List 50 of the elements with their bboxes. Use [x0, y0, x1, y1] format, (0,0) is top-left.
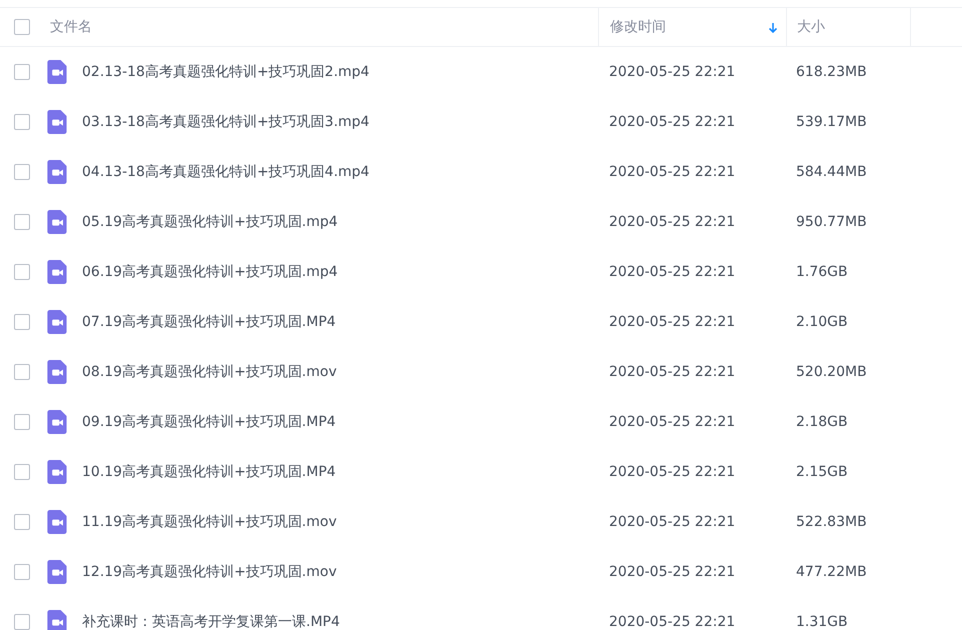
modified-time: 2020-05-25 22:21 — [609, 364, 736, 380]
file-size: 584.44MB — [796, 164, 867, 180]
checkbox[interactable] — [14, 214, 30, 230]
sort-arrow-icon[interactable] — [768, 22, 778, 32]
file-name[interactable]: 08.19高考真题强化特训+技巧巩固.mov — [82, 363, 337, 381]
checkbox[interactable] — [14, 114, 30, 130]
file-name[interactable]: 09.19高考真题强化特训+技巧巩固.MP4 — [82, 413, 336, 431]
checkbox[interactable] — [14, 264, 30, 280]
file-size: 520.20MB — [796, 364, 867, 380]
file-name[interactable]: 02.13-18高考真题强化特训+技巧巩固2.mp4 — [82, 63, 370, 81]
file-name[interactable]: 10.19高考真题强化特训+技巧巩固.MP4 — [82, 463, 336, 481]
checkbox[interactable] — [14, 414, 30, 430]
checkbox[interactable] — [14, 564, 30, 580]
file-size: 2.18GB — [796, 414, 848, 430]
file-size: 477.22MB — [796, 564, 867, 580]
modified-time: 2020-05-25 22:21 — [609, 614, 736, 630]
file-size: 522.83MB — [796, 514, 867, 530]
file-name[interactable]: 07.19高考真题强化特训+技巧巩固.MP4 — [82, 313, 336, 331]
modified-time: 2020-05-25 22:21 — [609, 414, 736, 430]
checkbox[interactable] — [14, 19, 30, 35]
file-name[interactable]: 03.13-18高考真题强化特训+技巧巩固3.mp4 — [82, 113, 370, 131]
file-size: 618.23MB — [796, 64, 867, 80]
modified-time: 2020-05-25 22:21 — [609, 214, 736, 230]
checkbox[interactable] — [14, 164, 30, 180]
file-size: 2.10GB — [796, 314, 848, 330]
modified-time: 2020-05-25 22:21 — [609, 164, 736, 180]
file-size: 539.17MB — [796, 114, 867, 130]
file-name[interactable]: 11.19高考真题强化特训+技巧巩固.mov — [82, 513, 337, 531]
modified-time: 2020-05-25 22:21 — [609, 464, 736, 480]
modified-time: 2020-05-25 22:21 — [609, 514, 736, 530]
checkbox[interactable] — [14, 514, 30, 530]
file-size: 2.15GB — [796, 464, 848, 480]
file-name[interactable]: 补充课时：英语高考开学复课第一课.MP4 — [82, 613, 340, 630]
checkbox[interactable] — [14, 614, 30, 630]
file-name[interactable]: 06.19高考真题强化特训+技巧巩固.mp4 — [82, 263, 338, 281]
modified-time: 2020-05-25 22:21 — [609, 564, 736, 580]
file-size: 1.76GB — [796, 264, 848, 280]
file-name[interactable]: 12.19高考真题强化特训+技巧巩固.mov — [82, 563, 337, 581]
checkbox[interactable] — [14, 64, 30, 80]
modified-time: 2020-05-25 22:21 — [609, 114, 736, 130]
checkbox[interactable] — [14, 314, 30, 330]
modified-time: 2020-05-25 22:21 — [609, 64, 736, 80]
checkbox[interactable] — [14, 464, 30, 480]
file-size: 1.31GB — [796, 614, 848, 630]
file-size: 950.77MB — [796, 214, 867, 230]
file-name[interactable]: 04.13-18高考真题强化特训+技巧巩固4.mp4 — [82, 163, 370, 181]
modified-time: 2020-05-25 22:21 — [609, 264, 736, 280]
checkbox[interactable] — [14, 364, 30, 380]
file-name[interactable]: 05.19高考真题强化特训+技巧巩固.mp4 — [82, 213, 338, 231]
modified-time: 2020-05-25 22:21 — [609, 314, 736, 330]
